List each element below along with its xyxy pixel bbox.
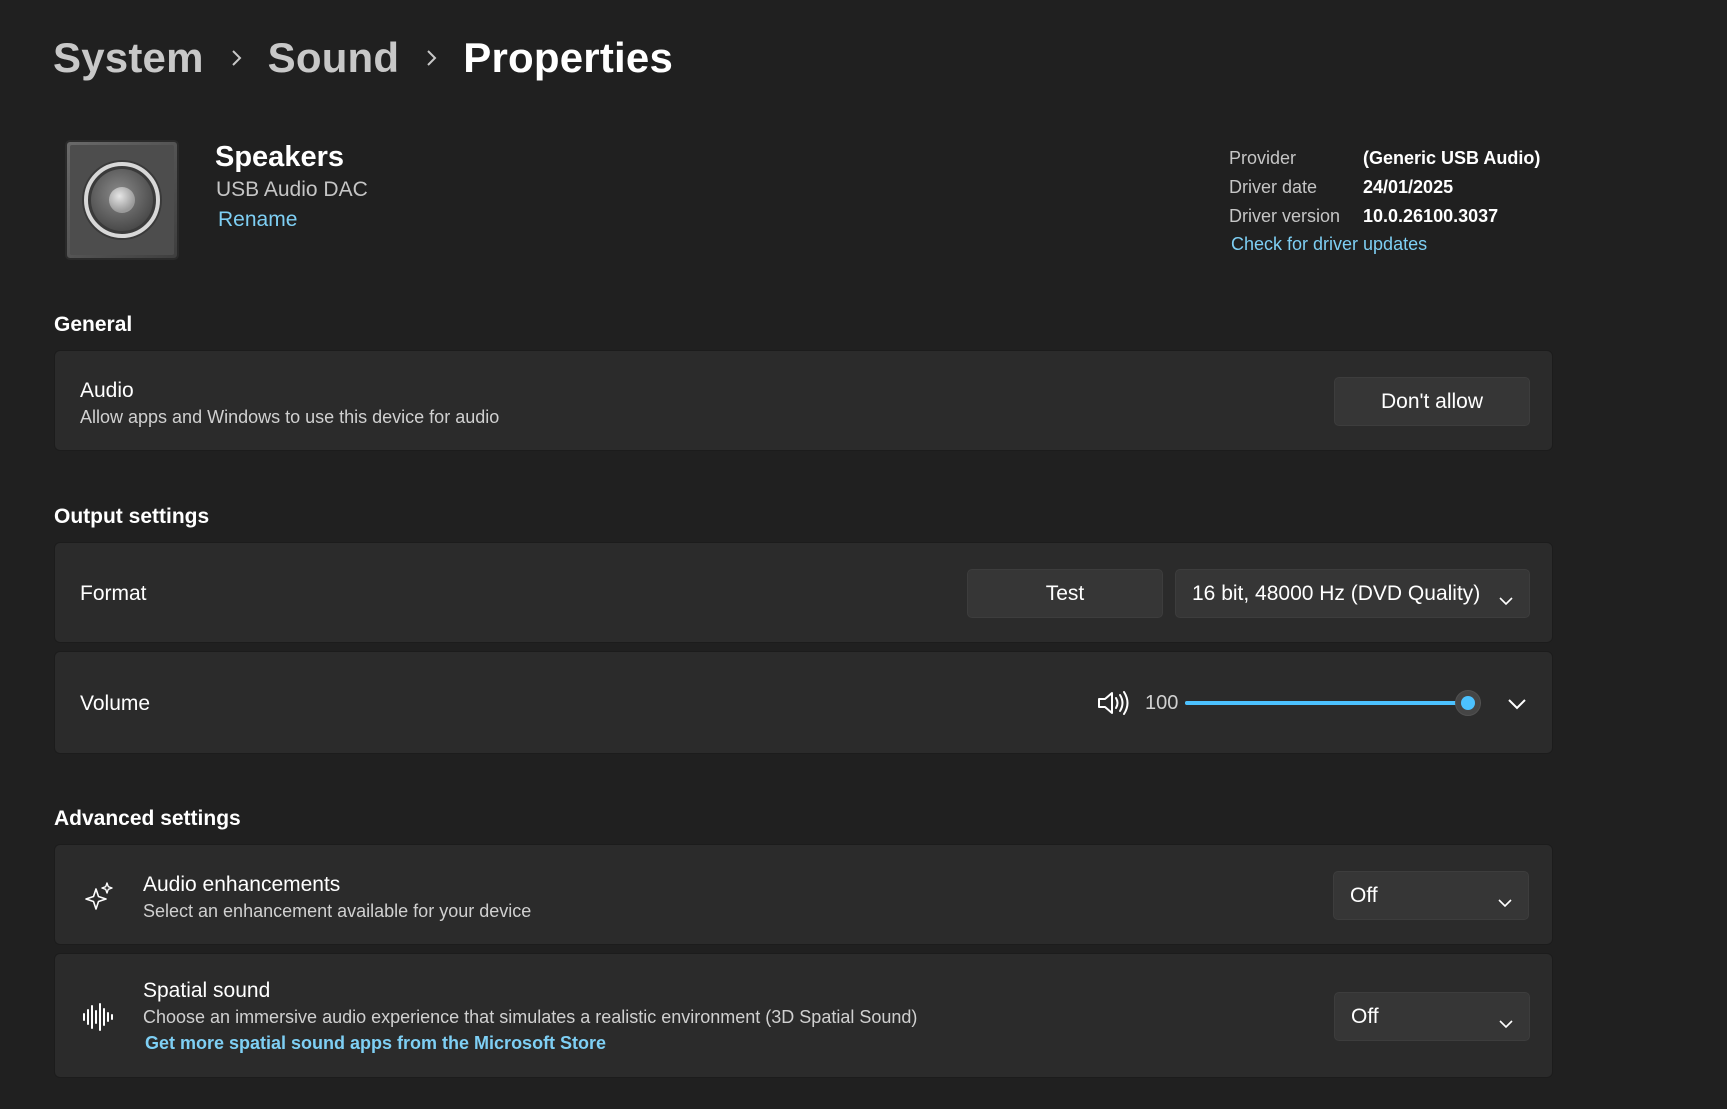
section-title-output: Output settings [54, 505, 210, 528]
driver-row-provider: Provider (Generic USB Audio) [1229, 144, 1540, 173]
device-subtitle: USB Audio DAC [216, 178, 368, 201]
spatial-sound-card: Spatial sound Choose an immersive audio … [54, 953, 1553, 1078]
driver-key: Driver date [1229, 177, 1318, 197]
volume-slider[interactable] [1185, 688, 1481, 718]
driver-value: (Generic USB Audio) [1363, 148, 1541, 168]
driver-row-version: Driver version 10.0.26100.3037 [1229, 202, 1540, 231]
volume-value: 100 [1145, 692, 1179, 714]
format-select[interactable]: 16 bit, 48000 Hz (DVD Quality) [1175, 569, 1530, 618]
chevron-down-icon [1498, 890, 1512, 914]
check-driver-updates-link[interactable]: Check for driver updates [1231, 234, 1427, 255]
volume-title: Volume [80, 692, 151, 715]
volume-card: Volume 100 [54, 651, 1553, 754]
breadcrumb: System Sound Properties [53, 30, 673, 86]
spatial-sound-select[interactable]: Off [1334, 992, 1530, 1041]
section-title-advanced: Advanced settings [54, 807, 241, 830]
speaker-icon [64, 139, 180, 261]
rename-link[interactable]: Rename [218, 208, 297, 232]
spatial-sound-description: Choose an immersive audio experience tha… [143, 1007, 918, 1027]
format-card: Format Test 16 bit, 48000 Hz (DVD Qualit… [54, 542, 1553, 643]
driver-value: 24/01/2025 [1363, 177, 1454, 197]
audio-title: Audio [80, 379, 134, 402]
section-title-general: General [54, 313, 133, 336]
driver-info: Provider (Generic USB Audio) Driver date… [1229, 144, 1540, 231]
chevron-right-icon [204, 48, 268, 68]
chevron-right-icon [399, 48, 463, 68]
breadcrumb-system[interactable]: System [53, 34, 204, 82]
breadcrumb-sound[interactable]: Sound [268, 34, 400, 82]
test-button[interactable]: Test [967, 569, 1163, 618]
volume-slider-fill [1185, 701, 1468, 705]
dont-allow-button[interactable]: Don't allow [1334, 377, 1530, 426]
audio-enhancements-description: Select an enhancement available for your… [143, 901, 532, 921]
audio-enhancements-card: Audio enhancements Select an enhancement… [54, 844, 1553, 945]
volume-slider-thumb[interactable] [1455, 690, 1481, 716]
driver-key: Driver version [1229, 206, 1341, 226]
chevron-down-icon [1499, 1011, 1513, 1035]
chevron-down-icon [1499, 588, 1513, 612]
sound-wave-icon [82, 1002, 114, 1037]
spatial-sound-title: Spatial sound [143, 979, 271, 1002]
chevron-down-icon[interactable] [1507, 697, 1527, 716]
audio-enhancements-title: Audio enhancements [143, 873, 341, 896]
device-name: Speakers [215, 141, 344, 173]
format-title: Format [80, 582, 147, 605]
microsoft-store-link[interactable]: Get more spatial sound apps from the Mic… [145, 1033, 606, 1054]
spatial-sound-value: Off [1351, 1004, 1379, 1028]
sparkle-icon [83, 881, 115, 918]
audio-card: Audio Allow apps and Windows to use this… [54, 350, 1553, 451]
volume-slider-thumb-center [1461, 696, 1475, 710]
audio-enhancements-select[interactable]: Off [1333, 871, 1529, 920]
driver-key: Provider [1229, 148, 1297, 168]
driver-value: 10.0.26100.3037 [1363, 206, 1499, 226]
format-select-value: 16 bit, 48000 Hz (DVD Quality) [1192, 581, 1481, 605]
driver-row-date: Driver date 24/01/2025 [1229, 173, 1540, 202]
audio-description: Allow apps and Windows to use this devic… [80, 407, 500, 427]
breadcrumb-properties: Properties [463, 34, 674, 81]
audio-enhancements-value: Off [1350, 883, 1378, 907]
volume-icon[interactable] [1097, 689, 1131, 722]
